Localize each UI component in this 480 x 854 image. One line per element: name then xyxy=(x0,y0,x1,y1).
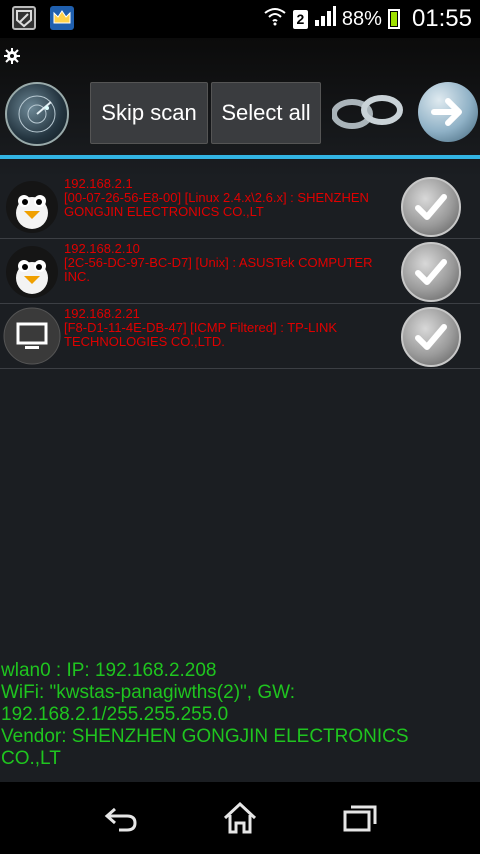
clock: 01:55 xyxy=(411,5,472,32)
wifi-gateway-line: WiFi: "kwstas-panagiwths(2)", GW: xyxy=(1,682,295,703)
host-row[interactable]: 192.168.2.21 [F8-D1-11-4E-DB-47] [ICMP F… xyxy=(0,304,480,369)
host-info: 192.168.2.10 [2C-56-DC-97-BC-D7] [Unix] … xyxy=(64,242,394,284)
next-arrow-button[interactable] xyxy=(418,82,478,142)
monitor-icon xyxy=(3,307,61,365)
host-row[interactable]: 192.168.2.1 [00-07-26-56-E8-00] [Linux 2… xyxy=(0,174,480,239)
shield-app-icon xyxy=(12,6,36,30)
penguin-icon xyxy=(3,177,61,235)
accent-divider xyxy=(0,155,480,159)
network-info: wlan0 : IP: 192.168.2.208 WiFi: "kwstas-… xyxy=(0,660,480,770)
radar-scan-icon[interactable] xyxy=(5,82,69,146)
host-ip: 192.168.2.21 xyxy=(64,306,140,321)
checkmark-icon[interactable] xyxy=(401,242,461,302)
battery-icon xyxy=(387,9,400,29)
host-details: [F8-D1-11-4E-DB-47] [ICMP Filtered] : TP… xyxy=(64,320,338,349)
vendor-line-cont: CO.,LT xyxy=(1,748,61,769)
gateway-netmask-line: 192.168.2.1/255.255.255.0 xyxy=(1,704,229,725)
navigation-bar xyxy=(0,782,480,854)
recent-apps-icon[interactable] xyxy=(340,798,380,838)
skip-scan-button[interactable]: Skip scan xyxy=(90,82,208,144)
toolbar: Skip scan Select all xyxy=(0,78,480,148)
select-all-button[interactable]: Select all xyxy=(211,82,321,144)
settings-gear-icon[interactable] xyxy=(4,48,20,64)
host-info: 192.168.2.1 [00-07-26-56-E8-00] [Linux 2… xyxy=(64,177,394,219)
host-list: 192.168.2.1 [00-07-26-56-E8-00] [Linux 2… xyxy=(0,174,480,369)
host-ip: 192.168.2.10 xyxy=(64,241,140,256)
app-content: Skip scan Select all 192.168.2.1 [00-07-… xyxy=(0,38,480,782)
checkmark-icon[interactable] xyxy=(401,307,461,367)
checkmark-icon[interactable] xyxy=(401,177,461,237)
status-bar: 2 88% 01:55 xyxy=(0,0,480,38)
sim-slot-badge: 2 xyxy=(292,9,308,29)
penguin-icon xyxy=(3,242,61,300)
vendor-line: Vendor: SHENZHEN GONGJIN ELECTRONICS xyxy=(1,726,409,747)
host-ip: 192.168.2.1 xyxy=(64,176,133,191)
interface-ip-line: wlan0 : IP: 192.168.2.208 xyxy=(1,660,217,681)
battery-percentage: 88% xyxy=(341,7,382,30)
host-details: [00-07-26-56-E8-00] [Linux 2.4.x\2.6.x] … xyxy=(64,190,369,219)
back-icon[interactable] xyxy=(100,798,140,838)
host-row[interactable]: 192.168.2.10 [2C-56-DC-97-BC-D7] [Unix] … xyxy=(0,239,480,304)
wifi-icon xyxy=(263,6,287,32)
chain-links-icon[interactable] xyxy=(331,88,404,138)
signal-icon xyxy=(314,6,336,32)
home-icon[interactable] xyxy=(220,798,260,838)
host-info: 192.168.2.21 [F8-D1-11-4E-DB-47] [ICMP F… xyxy=(64,307,394,349)
crown-app-icon xyxy=(50,6,74,30)
host-details: [2C-56-DC-97-BC-D7] [Unix] : ASUSTek COM… xyxy=(64,255,373,284)
